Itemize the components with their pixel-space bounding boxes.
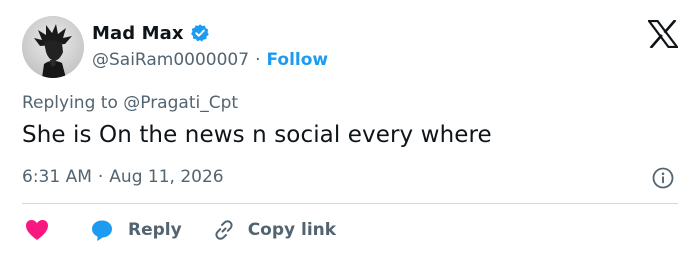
action-bar: Reply Copy link: [24, 216, 336, 244]
follow-button[interactable]: Follow: [266, 50, 328, 70]
author-display-name[interactable]: Mad Max: [92, 23, 184, 44]
author-handle-row: @SaiRam0000007 · Follow: [92, 49, 328, 71]
tweet-date: Aug 11, 2026: [109, 167, 224, 187]
reply-label: Reply: [128, 220, 182, 240]
link-icon: [215, 220, 233, 240]
tweet-time: 6:31 AM: [22, 167, 92, 187]
author-handle[interactable]: @SaiRam0000007: [92, 50, 249, 70]
like-button[interactable]: [24, 218, 50, 242]
timestamp-separator: ·: [97, 167, 104, 187]
heart-icon: [26, 220, 48, 240]
separator-dot: ·: [255, 50, 261, 70]
x-logo-icon[interactable]: [646, 19, 680, 49]
avatar[interactable]: [22, 16, 84, 78]
reply-bubble-icon: [92, 220, 112, 241]
author-name-row: Mad Max: [92, 20, 210, 46]
info-icon[interactable]: [652, 167, 674, 189]
reply-button[interactable]: Reply: [90, 218, 182, 242]
timestamp[interactable]: 6:31 AM · Aug 11, 2026: [22, 166, 224, 188]
copy-link-button[interactable]: Copy link: [212, 218, 336, 242]
divider: [22, 203, 678, 204]
verified-badge-icon: [190, 23, 210, 43]
tweet-card: Mad Max @SaiRam0000007 · Follow Replying…: [0, 0, 700, 256]
copy-link-label: Copy link: [247, 220, 337, 240]
replying-to: Replying to @Pragati_Cpt: [22, 93, 239, 113]
tweet-text: She is On the news n social every where: [22, 122, 492, 148]
